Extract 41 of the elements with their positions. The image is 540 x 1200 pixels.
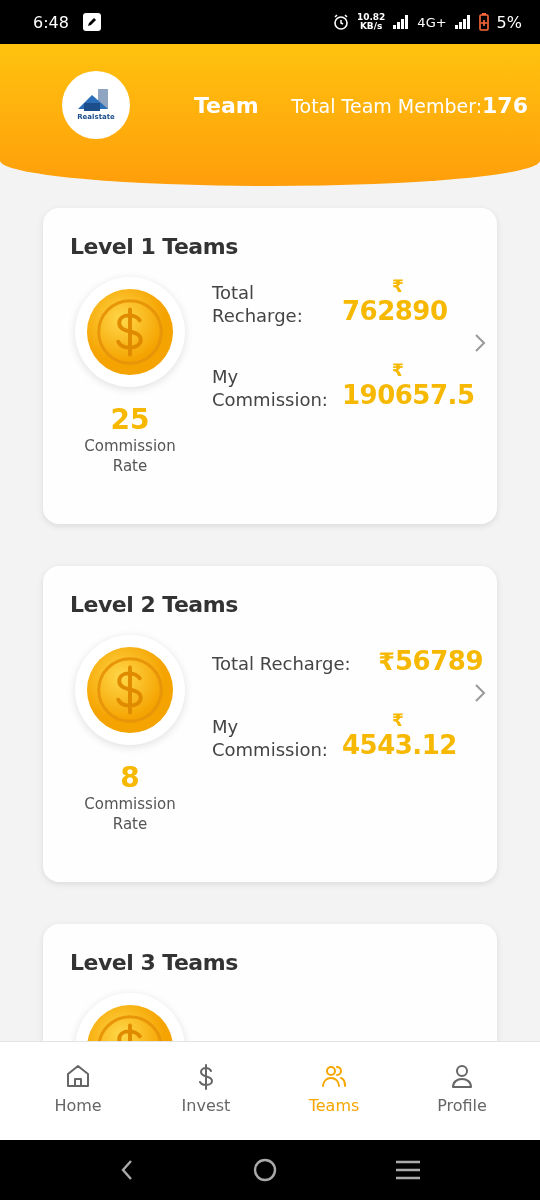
alarm-icon [332, 14, 349, 30]
stat-value: 762890 [342, 295, 448, 327]
coin-icon [86, 288, 174, 376]
stat-value: 56789 [395, 645, 483, 677]
commission-rate-label: Commission Rate [83, 794, 177, 834]
commission-rate-value: 25 [110, 403, 150, 436]
stat-label: My Commission: [212, 365, 329, 411]
card-title: Level 3 Teams [70, 950, 239, 975]
signal-icon [393, 15, 410, 29]
card-title: Level 2 Teams [70, 592, 239, 617]
team-member-count: Total Team Member:176 [291, 92, 528, 118]
nav-tab[interactable]: Home [23, 1042, 133, 1140]
rupee-symbol: ₹ [391, 711, 404, 729]
edit-icon [82, 13, 101, 31]
nav-tab[interactable]: Invest [151, 1042, 261, 1140]
rupee-symbol: ₹ [391, 361, 404, 379]
signal-icon [454, 15, 471, 29]
rupee-symbol: ₹ [391, 277, 404, 295]
rupee-symbol: ₹ [378, 653, 396, 671]
menu-icon[interactable] [395, 1159, 422, 1181]
home-button-icon[interactable] [252, 1157, 278, 1183]
stat-label: Total Recharge: [212, 652, 351, 675]
commission-rate-value: 8 [120, 761, 140, 794]
page-title: Team [194, 92, 259, 118]
chevron-right-icon[interactable] [473, 333, 487, 353]
card-title: Level 1 Teams [70, 234, 239, 259]
home-icon [64, 1062, 92, 1090]
clock-time: 6:48 [33, 12, 69, 32]
speed-unit: KB/s [359, 22, 383, 31]
stat-label: Total Recharge: [212, 281, 304, 327]
network-speed: 10.82 [356, 13, 386, 22]
chevron-right-icon[interactable] [473, 683, 487, 703]
network-type: 4G+ [417, 14, 447, 30]
stat-label: My Commission: [212, 715, 329, 761]
stat-value: 4543.12 [342, 729, 457, 761]
battery-percent: 5% [496, 12, 522, 32]
commission-rate-label: Commission Rate [83, 436, 177, 476]
stat-value: 190657.5 [342, 379, 475, 411]
battery-icon [478, 13, 489, 31]
nav-tab[interactable]: Profile [407, 1042, 517, 1140]
coin-icon [86, 646, 174, 734]
